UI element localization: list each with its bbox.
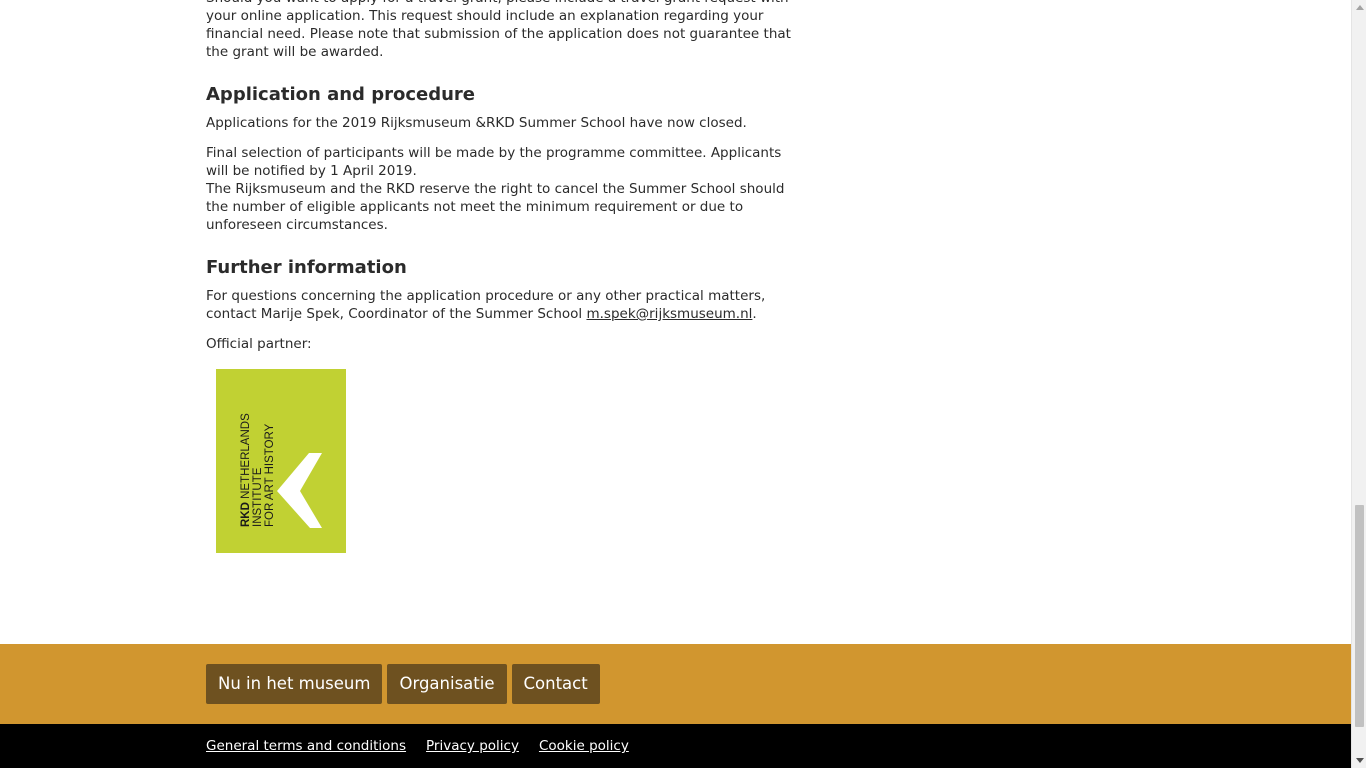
nu-in-het-museum-button[interactable]: Nu in het museum [206,664,383,704]
rkd-logo-line1: RKD NETHERLANDS [240,413,252,527]
contact-button[interactable]: Contact [511,664,600,704]
page: Should you want to apply for a travel gr… [0,0,1366,768]
organisatie-button[interactable]: Organisatie [387,664,507,704]
footer-legal-bar: General terms and conditions Privacy pol… [0,724,1351,768]
application-heading: Application and procedure [206,84,475,105]
footer-nav: Nu in het museum Organisatie Contact [206,664,600,704]
travel-grant-paragraph: Should you want to apply for a travel gr… [206,0,791,60]
rkd-logo-line2: INSTITUTE [252,467,264,527]
privacy-policy-link[interactable]: Privacy policy [426,738,519,754]
rkd-partner-logo[interactable]: RKD NETHERLANDS INSTITUTE FOR ART HISTOR… [216,369,346,553]
rkd-logo-line3: FOR ART HISTORY [264,423,276,527]
official-partner-label: Official partner: [206,336,312,352]
cookie-policy-link[interactable]: Cookie policy [539,738,629,754]
scroll-down-arrow-icon[interactable] [1356,758,1364,763]
further-information-heading: Further information [206,257,407,278]
contact-paragraph: For questions concerning the application… [206,287,796,323]
selection-paragraph: Final selection of participants will be … [206,144,796,234]
general-terms-link[interactable]: General terms and conditions [206,738,406,754]
rkd-logo-background [216,369,346,553]
cancellation-text: The Rijksmuseum and the RKD reserve the … [206,181,785,233]
scroll-up-arrow-icon[interactable] [1356,5,1364,10]
selection-text: Final selection of participants will be … [206,145,782,179]
article-content: Should you want to apply for a travel gr… [206,0,796,553]
vertical-scrollbar[interactable] [1351,0,1366,768]
legal-links: General terms and conditions Privacy pol… [206,738,629,754]
rkd-logo-icon: RKD NETHERLANDS INSTITUTE FOR ART HISTOR… [216,369,346,553]
contact-text-end: . [752,306,757,322]
contact-email-link[interactable]: m.spek@rijksmuseum.nl [586,306,752,322]
applications-closed-paragraph: Applications for the 2019 Rijksmuseum &R… [206,115,747,131]
scrollbar-thumb[interactable] [1355,505,1364,727]
footer-navigation-bar: Nu in het museum Organisatie Contact [0,644,1351,724]
